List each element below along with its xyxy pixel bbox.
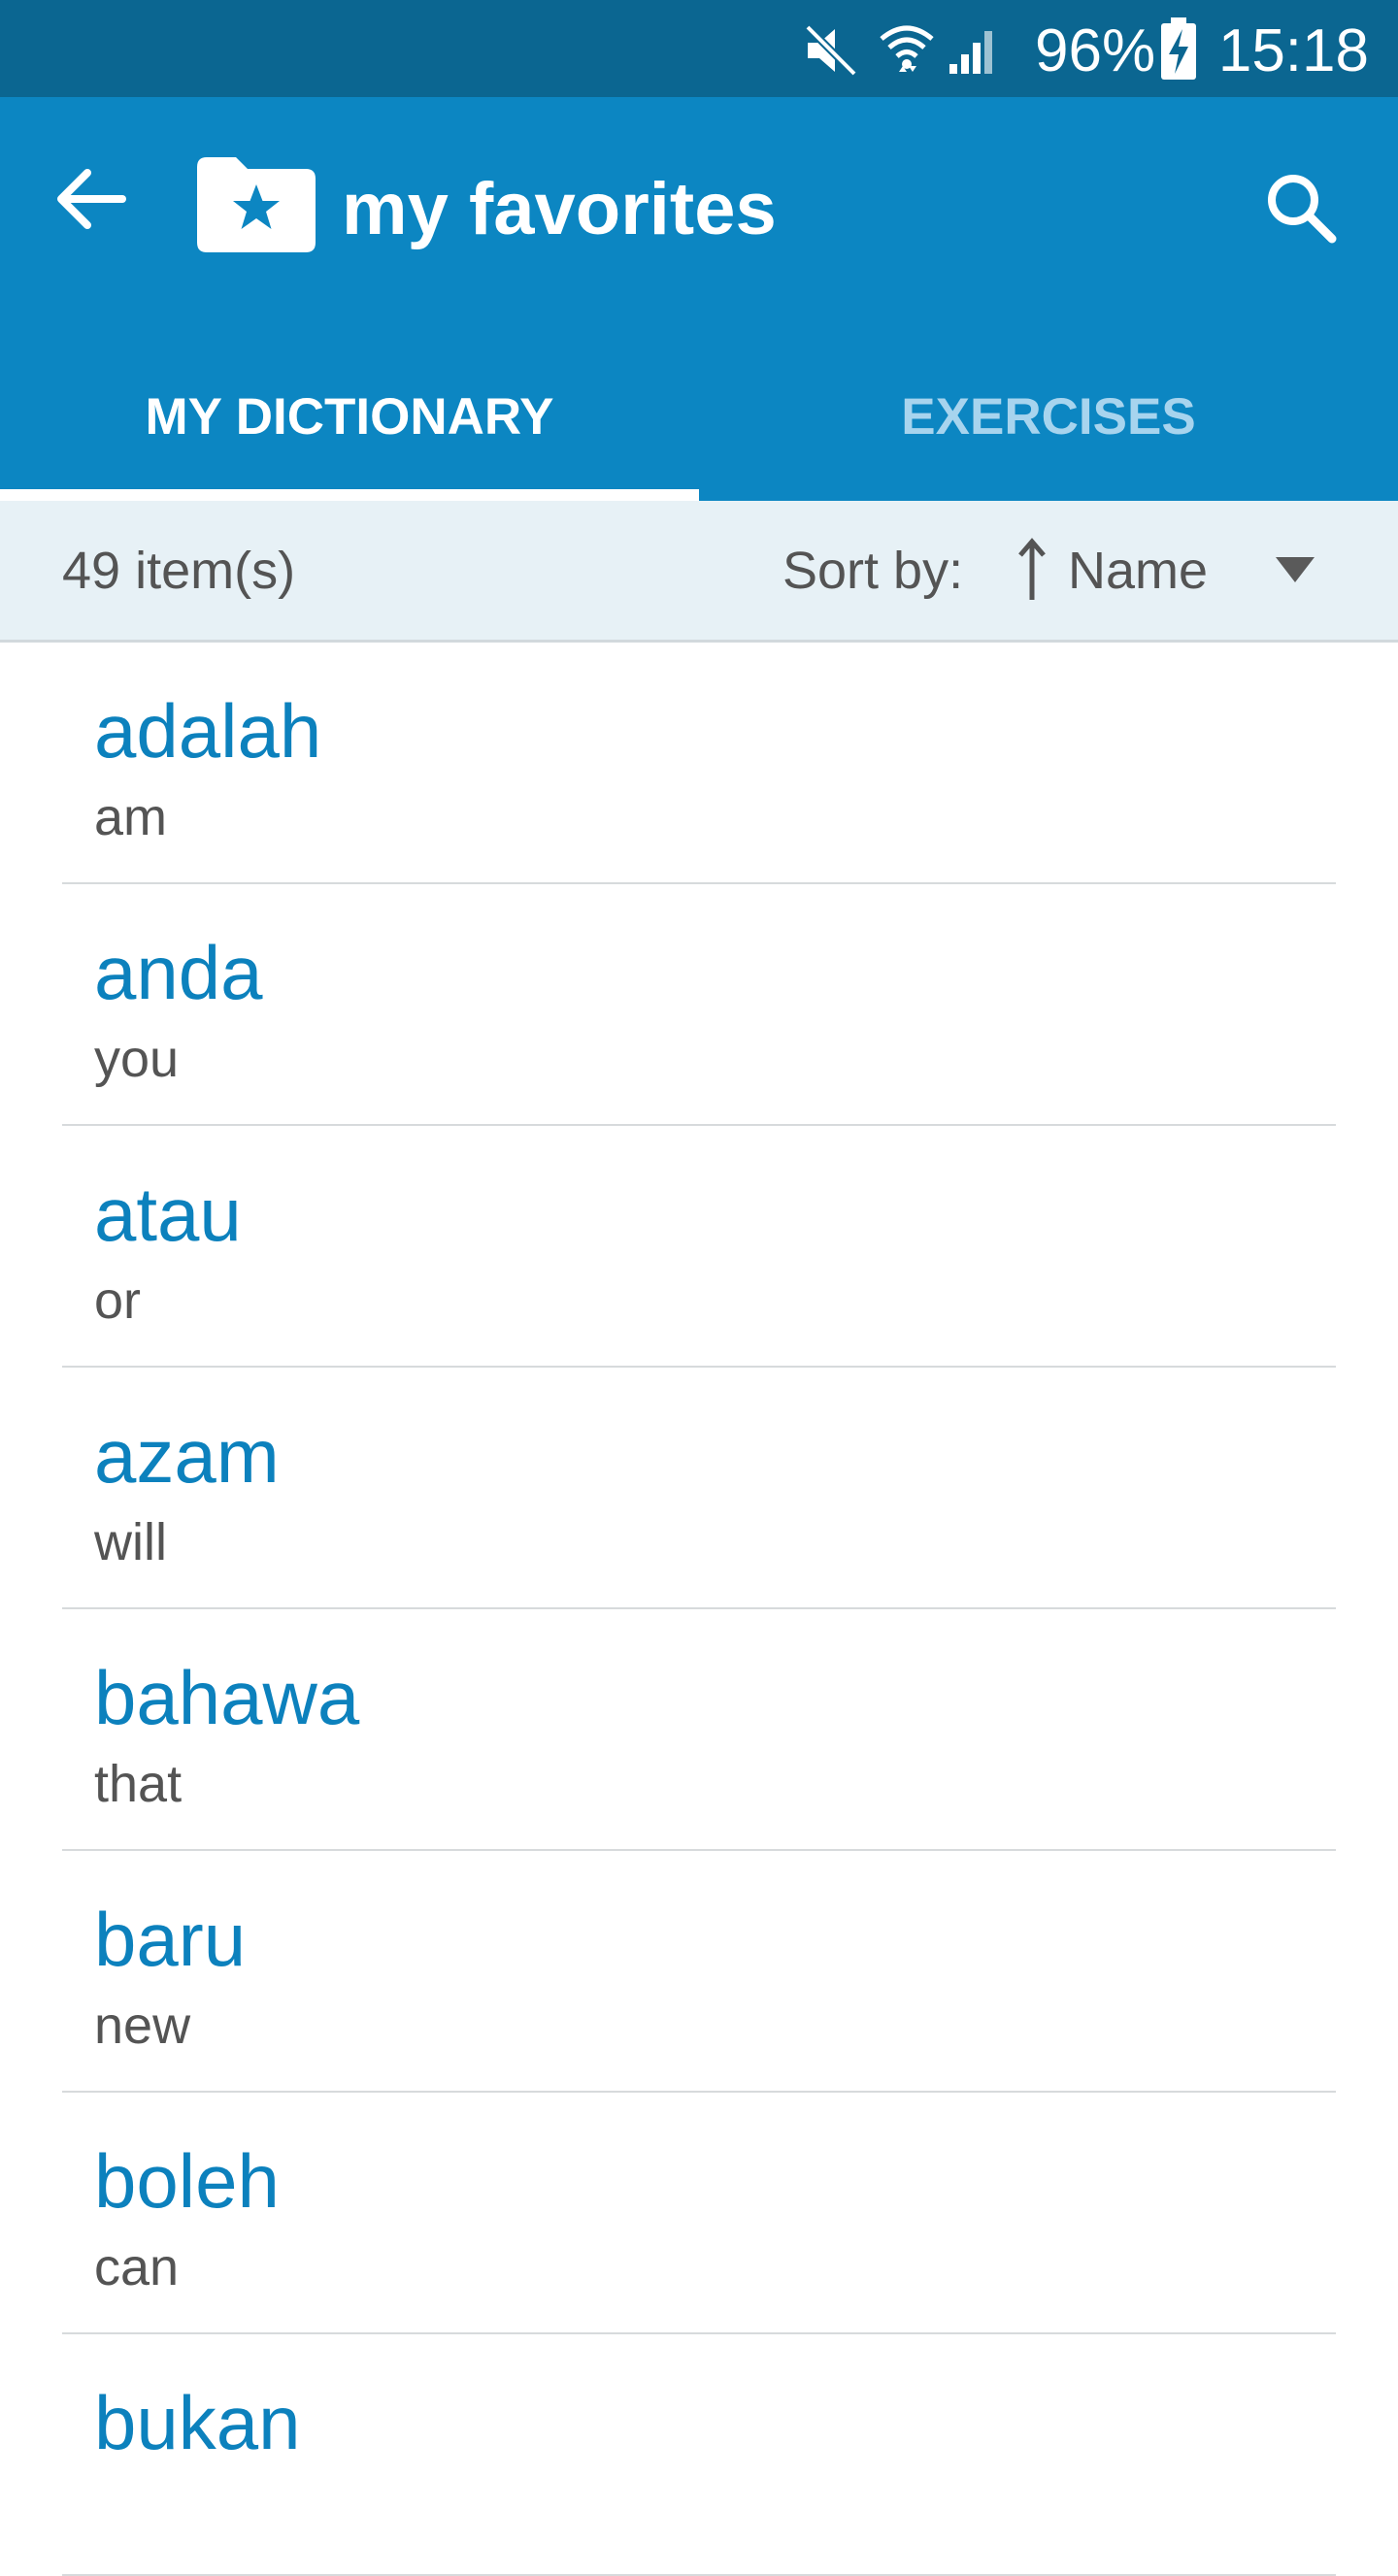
tab-indicator: [0, 489, 699, 501]
translation: you: [94, 1030, 180, 1088]
arrow-left-icon[interactable]: [49, 155, 136, 243]
sort-by-label: Sort by:: [782, 542, 964, 600]
word: bukan: [94, 2380, 301, 2465]
list-item[interactable]: bukan: [62, 2334, 1336, 2576]
page-title: my favorites: [342, 168, 777, 250]
arrow-up-icon[interactable]: [1015, 536, 1048, 604]
wifi-icon: [880, 25, 934, 72]
list-item[interactable]: atau or: [62, 1126, 1336, 1368]
mute-icon: [805, 24, 857, 77]
battery-charging-icon: [1161, 17, 1196, 80]
search-icon[interactable]: [1258, 165, 1346, 252]
translation: am: [94, 788, 168, 846]
tab-exercises[interactable]: EXERCISES: [699, 359, 1398, 501]
translation: that: [94, 1755, 183, 1813]
folder-star-icon: [197, 157, 316, 252]
sort-value[interactable]: Name: [1068, 540, 1208, 602]
list-item[interactable]: anda you: [62, 884, 1336, 1126]
word: atau: [94, 1172, 242, 1257]
signal-icon: [949, 31, 992, 74]
list-item[interactable]: bahawa that: [62, 1609, 1336, 1851]
battery-percent: 96%: [1035, 17, 1156, 84]
list-item[interactable]: azam will: [62, 1368, 1336, 1609]
word: bahawa: [94, 1655, 360, 1740]
list-item[interactable]: adalah am: [62, 643, 1336, 884]
word: anda: [94, 930, 263, 1015]
word: adalah: [94, 688, 322, 774]
status-bar: 96% 15:18: [0, 0, 1398, 97]
word-list: adalah am anda you atau or azam will bah…: [0, 643, 1398, 2576]
list-item[interactable]: boleh can: [62, 2093, 1336, 2334]
word: baru: [94, 1897, 247, 1982]
translation: can: [94, 2238, 180, 2296]
triangle-down-icon[interactable]: [1274, 555, 1316, 584]
app-bar: my favorites MY DICTIONARY EXERCISES: [0, 97, 1398, 501]
tab-my-dictionary[interactable]: MY DICTIONARY: [0, 359, 699, 501]
translation: new: [94, 1997, 191, 2055]
translation: will: [94, 1513, 167, 1571]
clock: 15:18: [1217, 17, 1369, 84]
translation: or: [94, 1271, 142, 1330]
sort-bar: 49 item(s) Sort by: Name: [0, 501, 1398, 643]
word: azam: [94, 1413, 280, 1499]
list-item[interactable]: baru new: [62, 1851, 1336, 2093]
word: boleh: [94, 2138, 280, 2224]
item-count: 49 item(s): [62, 542, 296, 600]
